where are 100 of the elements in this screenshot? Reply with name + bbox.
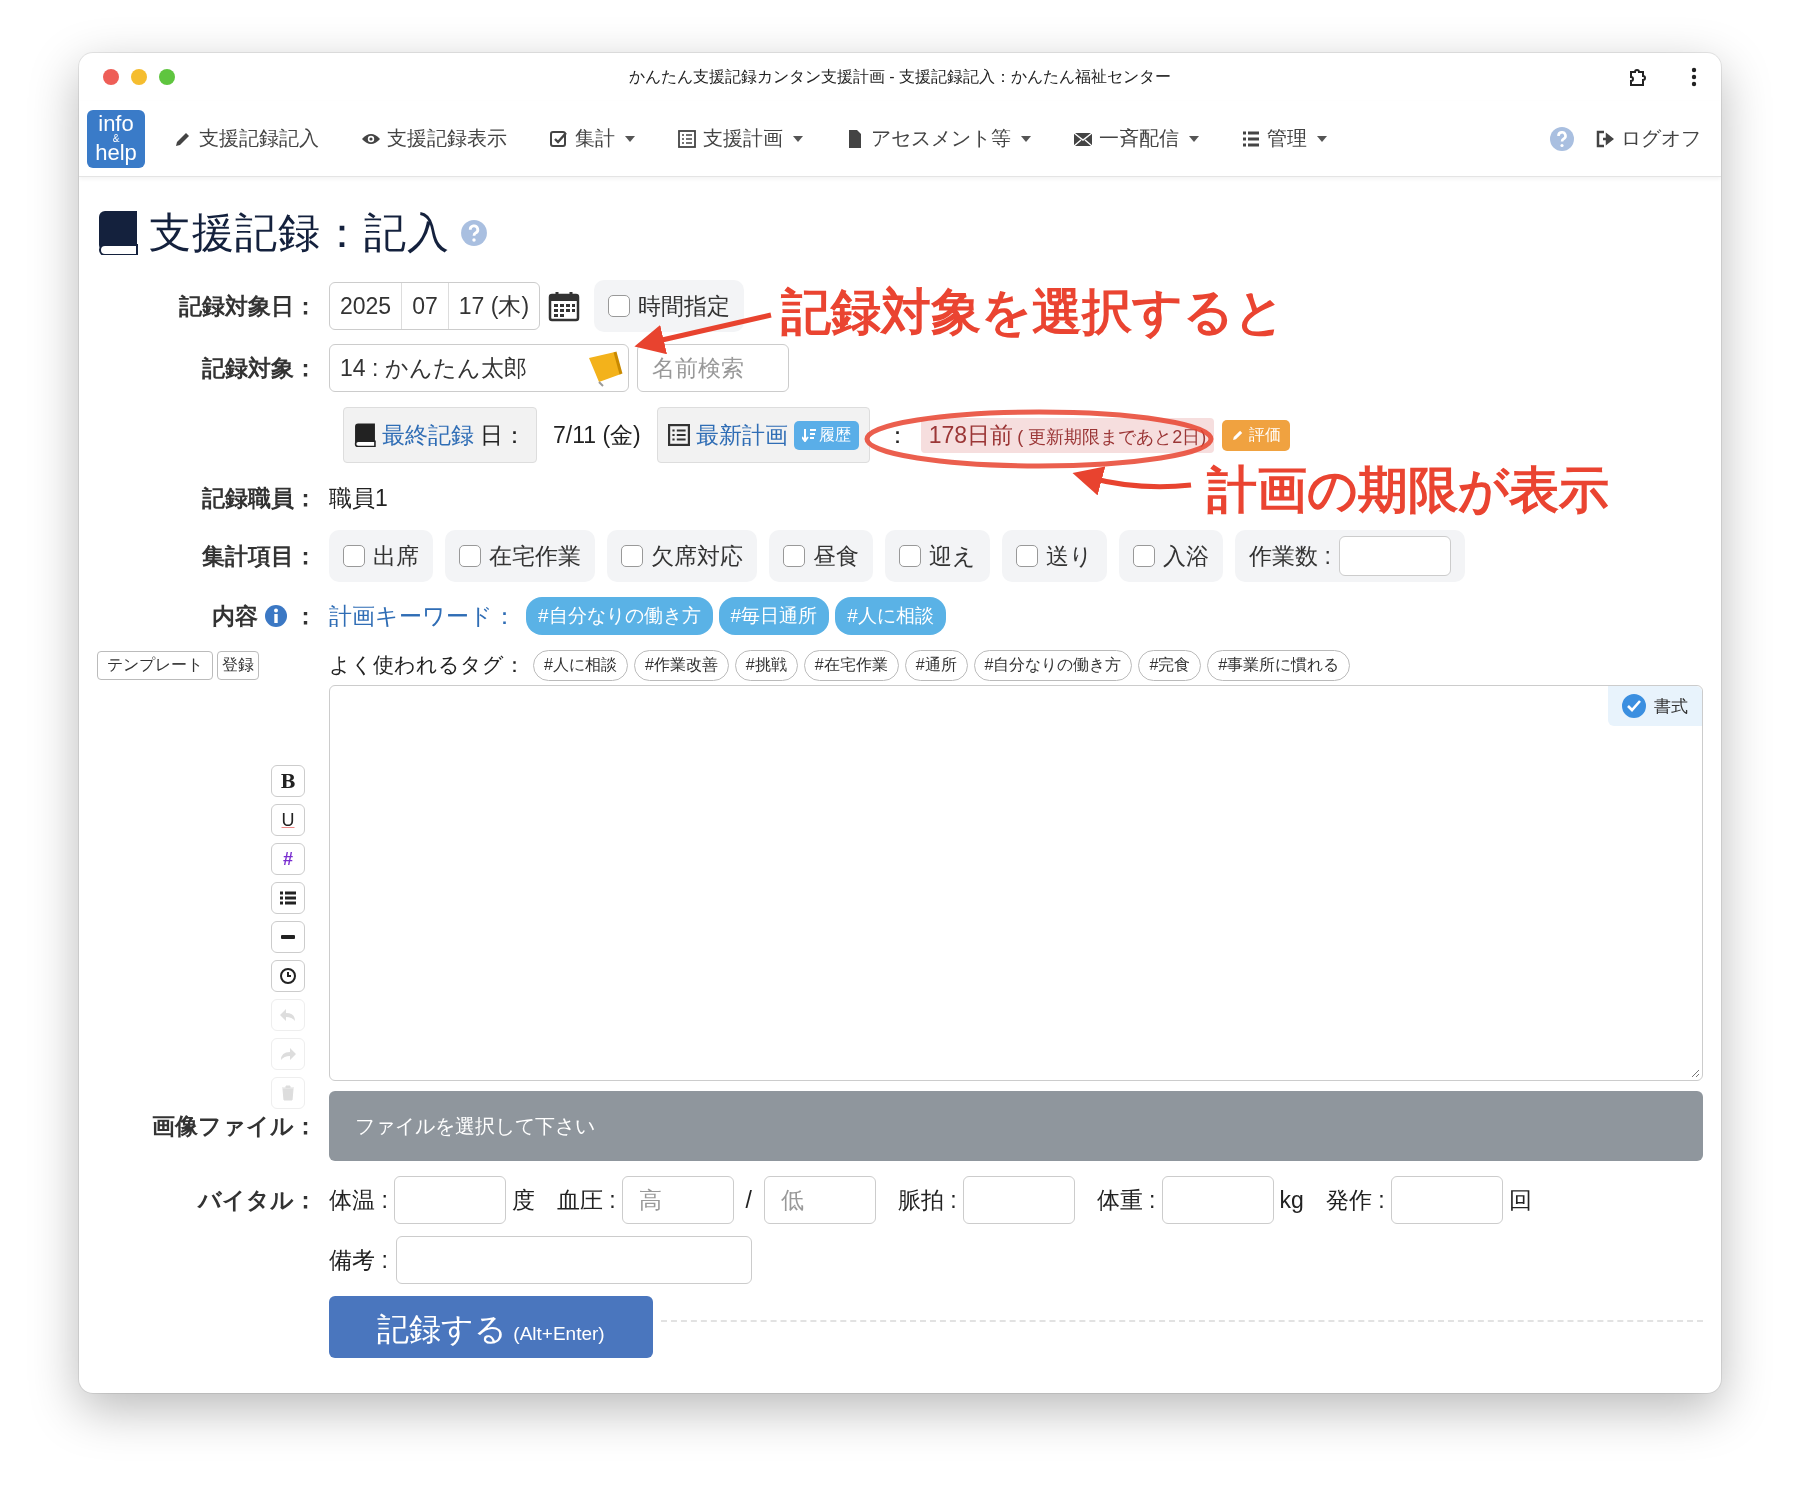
- checkbox-icon: [549, 128, 569, 149]
- vital-field[interactable]: 低: [763, 1176, 876, 1224]
- vital-field[interactable]: 高: [621, 1176, 734, 1224]
- colon-text: ：: [294, 601, 317, 631]
- tag-button[interactable]: #挑戦: [734, 649, 798, 681]
- book-icon: [354, 423, 376, 447]
- checkbox[interactable]: [1622, 694, 1646, 718]
- format-button[interactable]: U: [271, 804, 305, 836]
- nav-item[interactable]: 支援記録記入: [173, 125, 319, 152]
- checkbox[interactable]: [899, 545, 921, 567]
- format-button[interactable]: [271, 960, 305, 992]
- template-select[interactable]: テンプレート: [97, 650, 213, 680]
- field-label: 集計項目：: [202, 541, 317, 571]
- help-icon[interactable]: [1549, 125, 1575, 152]
- checkbox-label: 迎え: [929, 541, 976, 571]
- deadline-badge: 178日前 ( 更新期限まであと2日): [920, 417, 1215, 453]
- checkbox[interactable]: [1133, 545, 1155, 567]
- caret-icon: [1021, 135, 1031, 142]
- field-label: 体温 :: [329, 1185, 388, 1215]
- logoff-link[interactable]: ログオフ: [1595, 125, 1701, 152]
- tag-button[interactable]: #事業所に慣れる: [1207, 649, 1351, 681]
- content-editor[interactable]: 書式: [329, 685, 1703, 1081]
- subject-field[interactable]: 14 : かんたん太郎: [329, 344, 629, 392]
- last-record-link[interactable]: 最終記録: [382, 419, 474, 451]
- staff-name: 職員1: [329, 483, 388, 513]
- checkbox-label: 欠席対応: [651, 541, 743, 571]
- checkbox[interactable]: [608, 295, 631, 317]
- format-button[interactable]: [271, 882, 305, 914]
- format-button[interactable]: #: [271, 843, 305, 875]
- checkbox-label: 昼食: [813, 541, 859, 571]
- work-count-field[interactable]: [1338, 536, 1451, 576]
- list-icon: [279, 890, 297, 906]
- checkbox[interactable]: [459, 545, 481, 567]
- field-label: 発作 :: [1325, 1185, 1385, 1215]
- tag-button[interactable]: #在宅作業: [803, 649, 899, 681]
- register-button[interactable]: 登録: [217, 650, 259, 680]
- checkbox-label: 在宅作業: [489, 541, 581, 571]
- tag-button[interactable]: #作業改善: [633, 649, 729, 681]
- page-title: 支援記録：記入: [149, 208, 450, 258]
- close-button[interactable]: [103, 69, 119, 85]
- name-search-field[interactable]: 名前検索: [637, 344, 789, 392]
- caret-icon: [625, 135, 635, 142]
- unit-label: kg: [1279, 1186, 1304, 1214]
- checkbox[interactable]: [343, 545, 365, 567]
- help-icon[interactable]: [460, 219, 488, 247]
- tag-button[interactable]: #完食: [1138, 649, 1202, 681]
- maximize-button[interactable]: [159, 69, 175, 85]
- keywords-label: 計画キーワード：: [329, 601, 516, 631]
- list-icon: [677, 128, 697, 149]
- redo-icon: [279, 1046, 297, 1062]
- logout-icon: [1595, 128, 1615, 149]
- annotation-text: 計画の期限が表示: [1207, 461, 1609, 520]
- submit-button[interactable]: 記録する (Alt+Enter): [329, 1296, 653, 1358]
- date-field[interactable]: 2025 07 17 (木): [329, 282, 541, 330]
- caret-icon: [1189, 135, 1199, 142]
- field-label: 画像ファイル：: [152, 1111, 317, 1141]
- checkbox[interactable]: [1016, 545, 1038, 567]
- tag-button[interactable]: #通所: [904, 649, 968, 681]
- vital-field[interactable]: [1161, 1176, 1274, 1224]
- checkbox[interactable]: [783, 545, 805, 567]
- vital-field[interactable]: [1390, 1176, 1503, 1224]
- clock-icon: [279, 967, 297, 985]
- resize-handle[interactable]: [1690, 1068, 1700, 1078]
- vital-field[interactable]: [393, 1176, 506, 1224]
- last-record-date: 7/11 (金): [553, 420, 641, 450]
- logo[interactable]: info & help: [87, 109, 145, 168]
- separator-text: /: [745, 1186, 752, 1214]
- field-label: 血圧 :: [556, 1185, 616, 1215]
- checkbox[interactable]: [621, 545, 643, 567]
- nav-item[interactable]: 支援記録表示: [361, 125, 507, 152]
- checkbox-label: 時間指定: [638, 291, 731, 321]
- annotation-text: 記録対象を選択すると: [781, 283, 1285, 342]
- notes-field[interactable]: [395, 1236, 752, 1284]
- minimize-button[interactable]: [131, 69, 147, 85]
- checkmark-icon: [1627, 700, 1641, 712]
- vital-field[interactable]: [962, 1176, 1075, 1224]
- nav-item[interactable]: 集計: [549, 125, 635, 152]
- field-label: バイタル：: [198, 1185, 317, 1215]
- field-label: 備考 :: [329, 1245, 388, 1275]
- format-toggle[interactable]: 書式: [1608, 686, 1702, 726]
- format-button[interactable]: B: [271, 765, 305, 797]
- field-label: 記録対象：: [202, 353, 317, 383]
- field-label: 体重 :: [1096, 1185, 1156, 1215]
- nav-item[interactable]: 一斉配信: [1073, 125, 1199, 152]
- checkbox-label: 入浴: [1163, 541, 1209, 571]
- trash-icon: [281, 1085, 295, 1101]
- tag-button[interactable]: #自分なりの働き方: [973, 649, 1133, 681]
- more-menu-icon[interactable]: [1691, 67, 1697, 87]
- nav-item[interactable]: 支援計画: [677, 125, 803, 152]
- tag-button[interactable]: #人に相談: [533, 649, 628, 681]
- separator-text: ：: [885, 420, 909, 450]
- list-icon: [667, 424, 690, 446]
- format-button[interactable]: [271, 921, 305, 953]
- checkbox-label: 出席: [373, 541, 419, 571]
- field-label: 内容: [212, 601, 258, 631]
- calendar-icon[interactable]: [548, 290, 581, 322]
- caret-icon: [1317, 135, 1327, 142]
- nav-item[interactable]: 管理: [1241, 125, 1327, 152]
- latest-plan-link[interactable]: 最新計画: [695, 419, 788, 451]
- nav-item[interactable]: アセスメント等: [845, 125, 1031, 152]
